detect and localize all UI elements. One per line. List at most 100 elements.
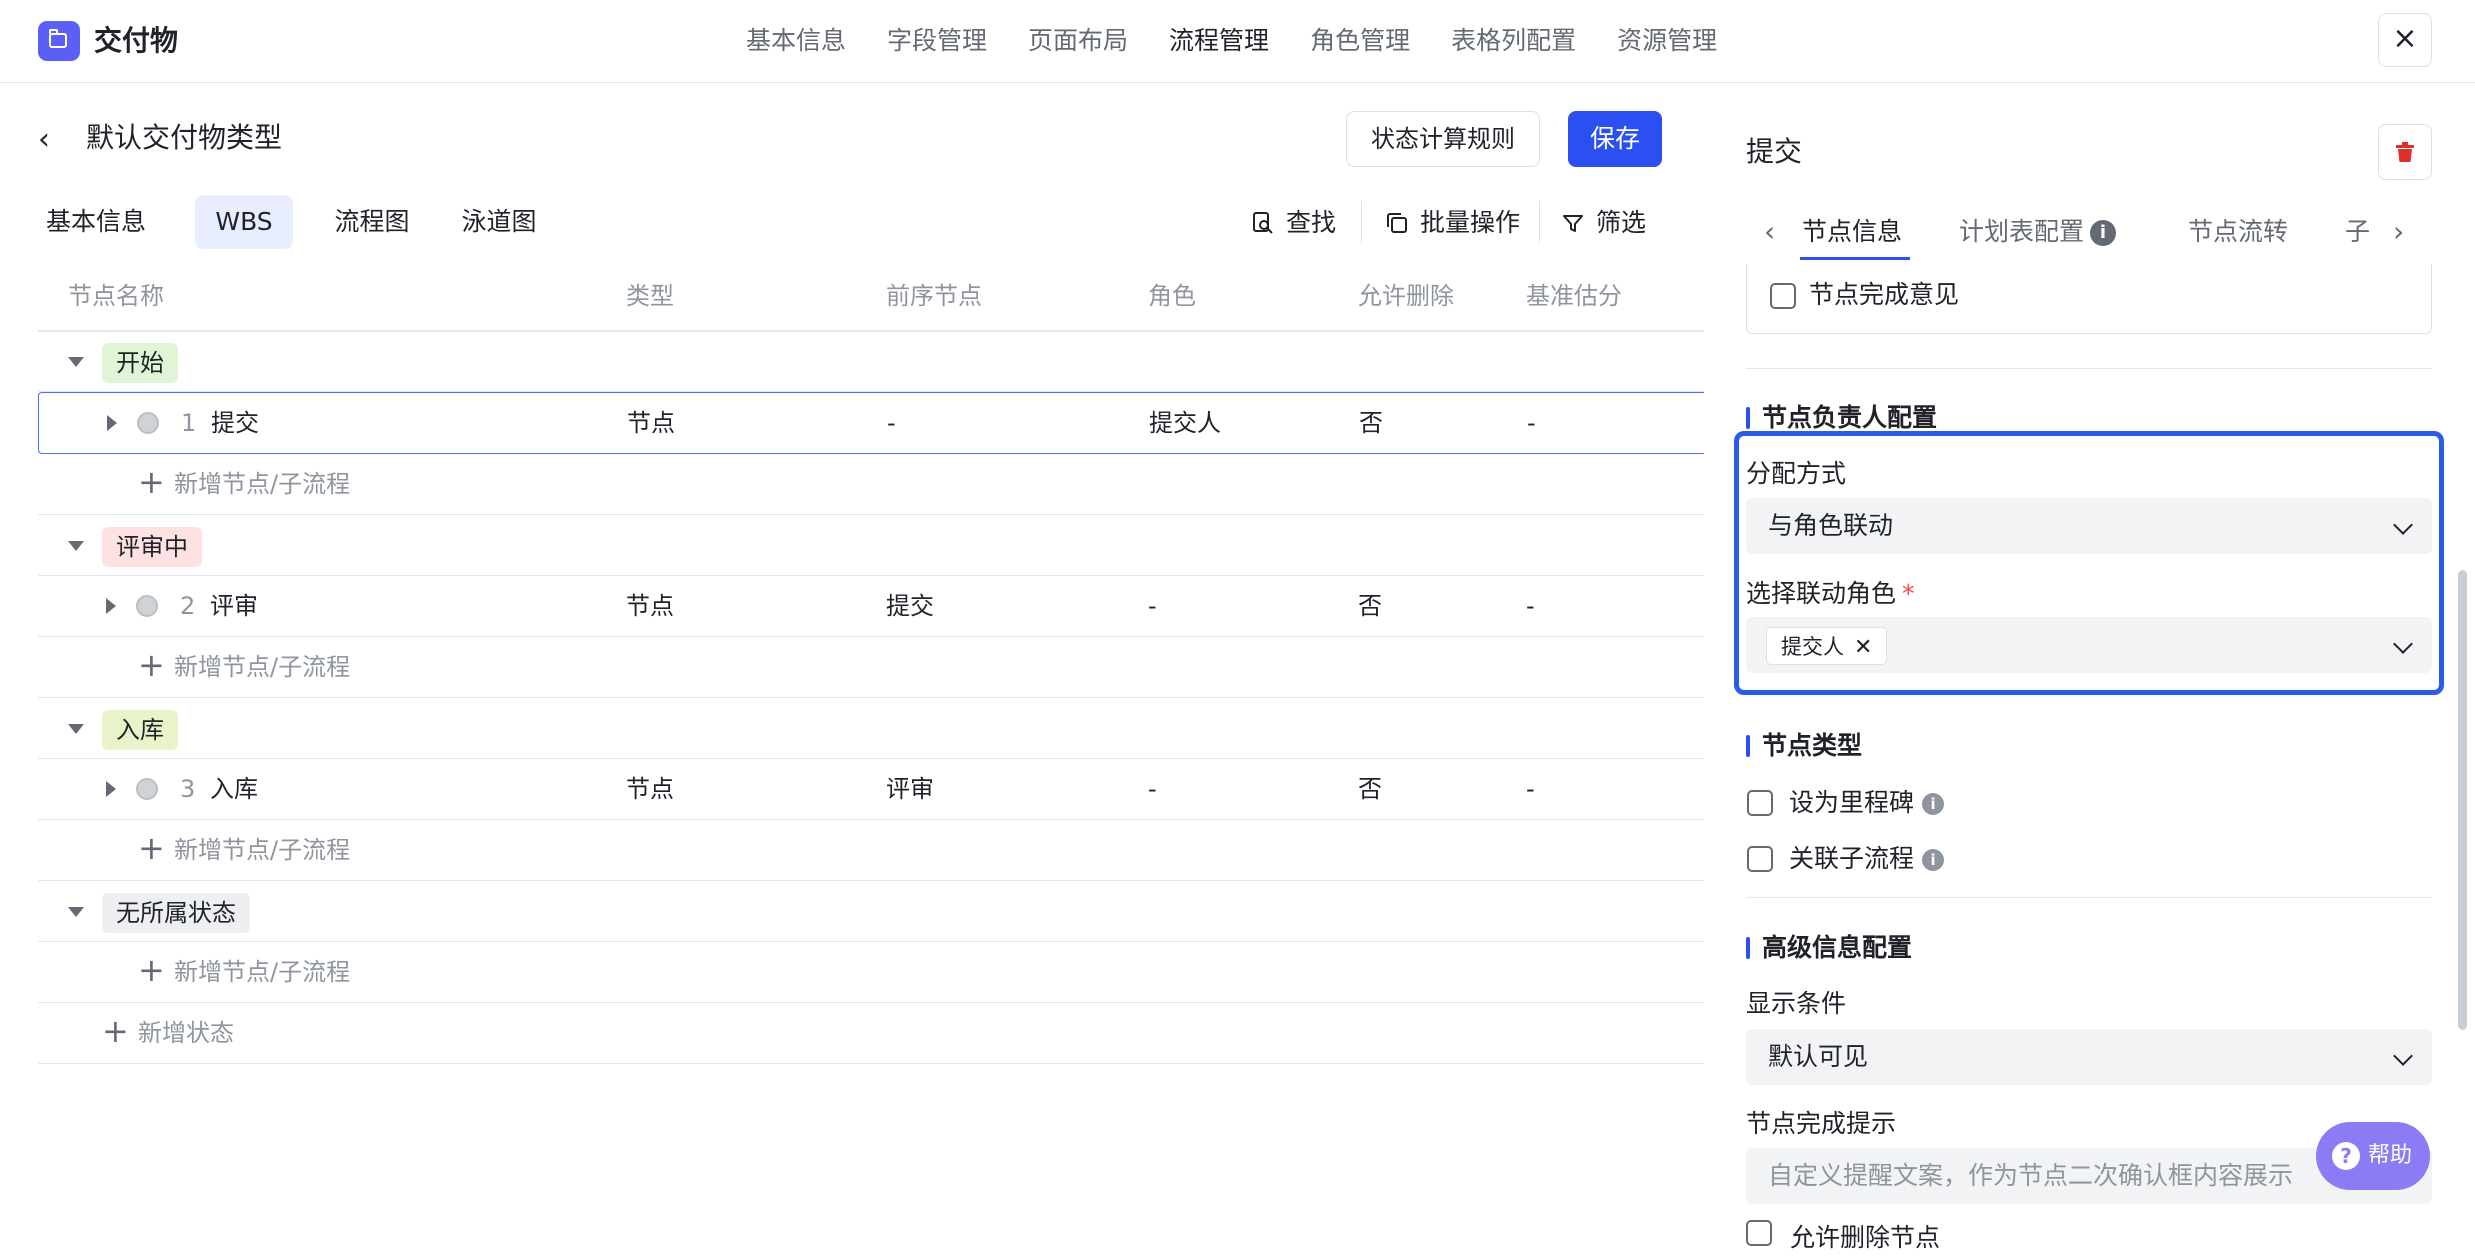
node-name: 提交: [211, 409, 259, 437]
tab-basic-info[interactable]: 基本信息: [40, 195, 152, 249]
table-row[interactable]: 3 入库 节点 评审 - 否 -: [38, 759, 1704, 820]
add-status-label[interactable]: 新增状态: [138, 1013, 234, 1053]
advanced-section-title: 高级信息配置: [1746, 928, 1912, 968]
add-node-row[interactable]: + 新增节点/子流程: [38, 637, 1704, 698]
table-row[interactable]: 2 评审 节点 提交 - 否 -: [38, 576, 1704, 637]
tab-plan-config-label: 计划表配置: [1959, 217, 2085, 246]
expand-caret-icon[interactable]: [106, 598, 116, 614]
collapse-caret-icon[interactable]: [68, 357, 84, 367]
tab-wbs[interactable]: WBS: [195, 195, 293, 249]
table-row[interactable]: 1 提交 节点 - 提交人 否 -: [38, 392, 1704, 454]
node-name: 评审: [210, 592, 258, 620]
top-nav: 基本信息 字段管理 页面布局 流程管理 角色管理 表格列配置 资源管理: [746, 22, 1717, 60]
status-tag: 无所属状态: [102, 893, 250, 933]
app-title: 交付物: [94, 24, 179, 57]
column-header[interactable]: 节点名称: [68, 276, 164, 316]
plus-icon: +: [138, 463, 165, 501]
column-header[interactable]: 允许删除: [1358, 276, 1454, 316]
display-condition-label: 显示条件: [1746, 989, 1847, 1018]
batch-operation-button[interactable]: 批量操作: [1386, 203, 1520, 243]
column-header[interactable]: 角色: [1148, 276, 1196, 316]
status-group-row[interactable]: 入库: [38, 698, 1704, 759]
page-title: 默认交付物类型: [86, 121, 283, 154]
collapse-caret-icon[interactable]: [68, 907, 84, 917]
trash-icon: [2396, 142, 2414, 162]
help-label: 帮助: [2368, 1143, 2413, 1168]
node-index: 3: [180, 775, 196, 803]
top-nav-resource-management[interactable]: 资源管理: [1617, 22, 1717, 60]
filter-button[interactable]: 筛选: [1562, 203, 1646, 243]
node-deletable: 否: [1358, 592, 1382, 620]
add-node-row[interactable]: + 新增节点/子流程: [38, 454, 1704, 515]
node-deletable: 否: [1359, 409, 1383, 437]
add-node-label[interactable]: 新增节点/子流程: [174, 464, 350, 504]
add-node-row[interactable]: + 新增节点/子流程: [38, 820, 1704, 881]
partial-label: 允许删除节点: [1790, 1223, 1941, 1252]
delete-button[interactable]: [2378, 124, 2432, 180]
close-button[interactable]: ×: [2378, 13, 2432, 67]
subflow-label-text: 关联子流程: [1789, 844, 1915, 873]
plus-icon: +: [138, 646, 165, 684]
add-node-label[interactable]: 新增节点/子流程: [174, 647, 350, 687]
collapse-caret-icon[interactable]: [68, 724, 84, 734]
subflow-checkbox[interactable]: [1747, 846, 1773, 872]
chevron-left-icon[interactable]: ‹: [1764, 212, 1775, 252]
status-group-row[interactable]: 开始: [38, 331, 1704, 392]
folder-icon: [38, 21, 80, 61]
copy-icon: [1386, 206, 1408, 233]
find-button[interactable]: 查找: [1252, 203, 1336, 243]
status-tag: 开始: [102, 343, 178, 383]
scrollbar[interactable]: [2458, 570, 2467, 1030]
hint-placeholder: 自定义提醒文案，作为节点二次确认框内容展示: [1768, 1161, 2294, 1190]
expand-caret-icon[interactable]: [107, 415, 117, 431]
back-icon[interactable]: ‹: [38, 122, 64, 158]
node-name: 入库: [210, 775, 258, 803]
add-node-row[interactable]: + 新增节点/子流程: [38, 942, 1704, 1003]
top-nav-role-management[interactable]: 角色管理: [1310, 22, 1410, 60]
complete-opinion-label: 节点完成意见: [1809, 280, 1960, 309]
column-header[interactable]: 前序节点: [886, 276, 982, 316]
collapse-caret-icon[interactable]: [68, 541, 84, 551]
column-header[interactable]: 类型: [626, 276, 674, 316]
status-group-row[interactable]: 评审中: [38, 515, 1704, 576]
add-status-row[interactable]: + 新增状态: [38, 1003, 1704, 1064]
tab-sub[interactable]: 子: [2345, 212, 2370, 252]
top-nav-process-management[interactable]: 流程管理: [1169, 22, 1269, 60]
add-node-label[interactable]: 新增节点/子流程: [174, 952, 350, 992]
filter-label: 筛选: [1596, 208, 1647, 237]
top-nav-page-layout[interactable]: 页面布局: [1028, 22, 1128, 60]
display-condition-value: 默认可见: [1768, 1042, 1869, 1071]
milestone-checkbox[interactable]: [1747, 790, 1773, 816]
tab-plan-config[interactable]: 计划表配置 i: [1959, 212, 2117, 252]
tab-flowchart[interactable]: 流程图: [322, 195, 422, 249]
info-icon: i: [2090, 220, 2117, 246]
top-bar: 交付物 基本信息 字段管理 页面布局 流程管理 角色管理 表格列配置 资源管理 …: [0, 0, 2475, 83]
display-condition-select[interactable]: 默认可见: [1746, 1029, 2432, 1085]
expand-caret-icon[interactable]: [106, 781, 116, 797]
milestone-label-text: 设为里程碑: [1789, 788, 1915, 817]
node-prev: -: [887, 409, 896, 437]
tab-swimlane[interactable]: 泳道图: [449, 195, 549, 249]
node-role: -: [1148, 592, 1157, 620]
save-button[interactable]: 保存: [1568, 111, 1662, 167]
chevron-down-icon: [2393, 1046, 2413, 1066]
status-rule-button[interactable]: 状态计算规则: [1346, 111, 1540, 167]
tab-node-transition[interactable]: 节点流转: [2188, 212, 2288, 252]
status-group-row[interactable]: 无所属状态: [38, 881, 1704, 942]
node-estimate: -: [1527, 409, 1536, 437]
tab-node-info[interactable]: 节点信息: [1802, 212, 1902, 252]
top-nav-table-column-config[interactable]: 表格列配置: [1451, 22, 1576, 60]
top-nav-field-management[interactable]: 字段管理: [887, 22, 987, 60]
add-node-label[interactable]: 新增节点/子流程: [174, 830, 350, 870]
node-estimate: -: [1526, 592, 1535, 620]
top-nav-basic-info[interactable]: 基本信息: [746, 22, 846, 60]
panel-title: 提交: [1746, 135, 1803, 168]
complete-opinion-checkbox[interactable]: [1770, 283, 1796, 309]
column-header[interactable]: 基准估分: [1526, 276, 1622, 316]
chevron-right-icon[interactable]: ›: [2393, 212, 2404, 252]
opinion-card: 节点完成意见: [1746, 264, 2432, 334]
partial-checkbox[interactable]: [1746, 1220, 1772, 1246]
active-tab-indicator: [1800, 257, 1910, 260]
info-icon: i: [1922, 849, 1945, 871]
help-button[interactable]: ? 帮助: [2316, 1122, 2430, 1190]
